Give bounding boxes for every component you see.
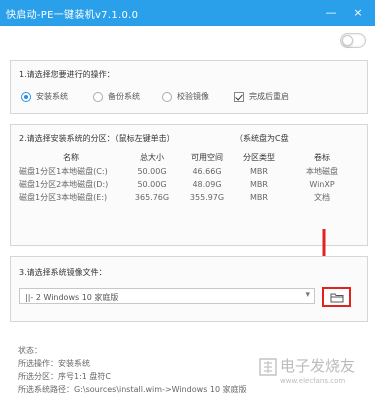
partition-type: MBR <box>250 167 268 176</box>
image-file-panel-title: 3.请选择系统镜像文件： <box>19 268 107 277</box>
status-system-path: 所选系统路径：G:\sources\install.wim->Windows 1… <box>18 385 247 394</box>
close-button[interactable]: × <box>349 4 367 22</box>
image-select-dropdown[interactable]: ||- 2 Windows 10 家庭版 ▾ <box>19 288 315 304</box>
partition-table: 名称 总大小 可用空间 分区类型 卷标 磁盘1分区1本地磁盘(C:) 50.00… <box>19 149 359 204</box>
table-row[interactable]: 磁盘1分区1本地磁盘(C:) 50.00G 46.66G MBR 本地磁盘 <box>19 165 359 178</box>
partition-name: 磁盘1分区1本地磁盘(C:) <box>19 167 108 176</box>
minimize-button[interactable]: — <box>322 4 340 22</box>
watermark-name: 电子发烧友 <box>280 357 356 375</box>
watermark-url: www.elecfans.com <box>280 377 346 385</box>
option-install-label: 安装系统 <box>36 92 68 101</box>
reboot-checkbox[interactable] <box>234 91 244 102</box>
status-area: 状态： 所选操作：安装系统 所选分区：序号1:1 盘符C 所选系统路径：G:\s… <box>18 344 247 396</box>
col-name-header: 名称 <box>63 152 79 162</box>
partition-free: 46.66G <box>192 167 222 176</box>
col-size-header: 总大小 <box>140 152 164 162</box>
partition-label: WinXP <box>309 180 335 189</box>
col-free-header: 可用空间 <box>191 152 223 162</box>
window-title: 快启动-PE一键装机v7.1.0.0 <box>6 10 139 21</box>
folder-icon <box>330 293 344 303</box>
partition-type: MBR <box>250 180 268 189</box>
watermark-logo-icon <box>259 358 277 376</box>
partition-name: 磁盘1分区2本地磁盘(D:) <box>19 180 109 189</box>
table-row[interactable]: 磁盘1分区3本地磁盘(E:) 365.76G 355.97G MBR 文档 <box>19 191 359 204</box>
col-type-header: 分区类型 <box>243 152 275 162</box>
status-operation: 所选操作：安装系统 <box>18 359 90 368</box>
option-verify-image[interactable]: 校验镜像 <box>162 91 209 102</box>
system-disk-note: （系统盘为C盘 <box>235 134 289 143</box>
toggle-knob <box>342 35 353 46</box>
selected-image-value: ||- 2 Windows 10 家庭版 <box>25 293 119 302</box>
partition-free: 48.09G <box>192 180 222 189</box>
operation-panel-title: 1.请选择您要进行的操作： <box>19 70 115 79</box>
option-install-system[interactable]: 安装系统 <box>21 91 68 102</box>
radio-install-icon[interactable] <box>21 91 31 102</box>
table-header-row: 名称 总大小 可用空间 分区类型 卷标 <box>19 149 359 165</box>
table-row[interactable]: 磁盘1分区2本地磁盘(D:) 50.00G 48.09G MBR WinXP <box>19 178 359 191</box>
partition-type: MBR <box>250 193 268 202</box>
partition-label: 本地磁盘 <box>306 167 338 176</box>
partition-panel: 2.请选择安装系统的分区：（鼠标左键单击） （系统盘为C盘 名称 总大小 可用空… <box>10 124 368 246</box>
chevron-down-icon[interactable]: ▾ <box>305 290 310 300</box>
browse-folder-button[interactable] <box>322 287 351 307</box>
radio-backup-icon[interactable] <box>93 91 103 102</box>
col-label-header: 卷标 <box>314 152 330 162</box>
reboot-label: 完成后重启 <box>249 92 289 101</box>
option-verify-label: 校验镜像 <box>177 92 209 101</box>
option-backup-label: 备份系统 <box>108 92 140 101</box>
partition-size: 50.00G <box>137 180 167 189</box>
watermark: 电子发烧友 www.elecfans.com <box>258 355 368 391</box>
partition-size: 365.76G <box>134 193 170 202</box>
reboot-after-finish[interactable]: 完成后重启 <box>234 91 289 102</box>
image-file-panel: 3.请选择系统镜像文件： ||- 2 Windows 10 家庭版 ▾ <box>10 256 368 322</box>
partition-free: 355.97G <box>189 193 225 202</box>
settings-toggle-switch[interactable] <box>340 33 366 48</box>
radio-verify-icon[interactable] <box>162 91 172 102</box>
partition-size: 50.00G <box>137 167 167 176</box>
operation-panel: 1.请选择您要进行的操作： 安装系统 备份系统 校验镜像 完成后重启 <box>10 60 368 114</box>
status-heading: 状态： <box>18 346 42 355</box>
title-bar: 快启动-PE一键装机v7.1.0.0 — × <box>0 0 375 26</box>
status-partition: 所选分区：序号1:1 盘符C <box>18 372 112 381</box>
partition-name: 磁盘1分区3本地磁盘(E:) <box>19 193 108 202</box>
partition-panel-title: 2.请选择安装系统的分区：（鼠标左键单击） <box>19 134 175 143</box>
option-backup-system[interactable]: 备份系统 <box>93 91 140 102</box>
partition-label: 文档 <box>314 193 330 202</box>
